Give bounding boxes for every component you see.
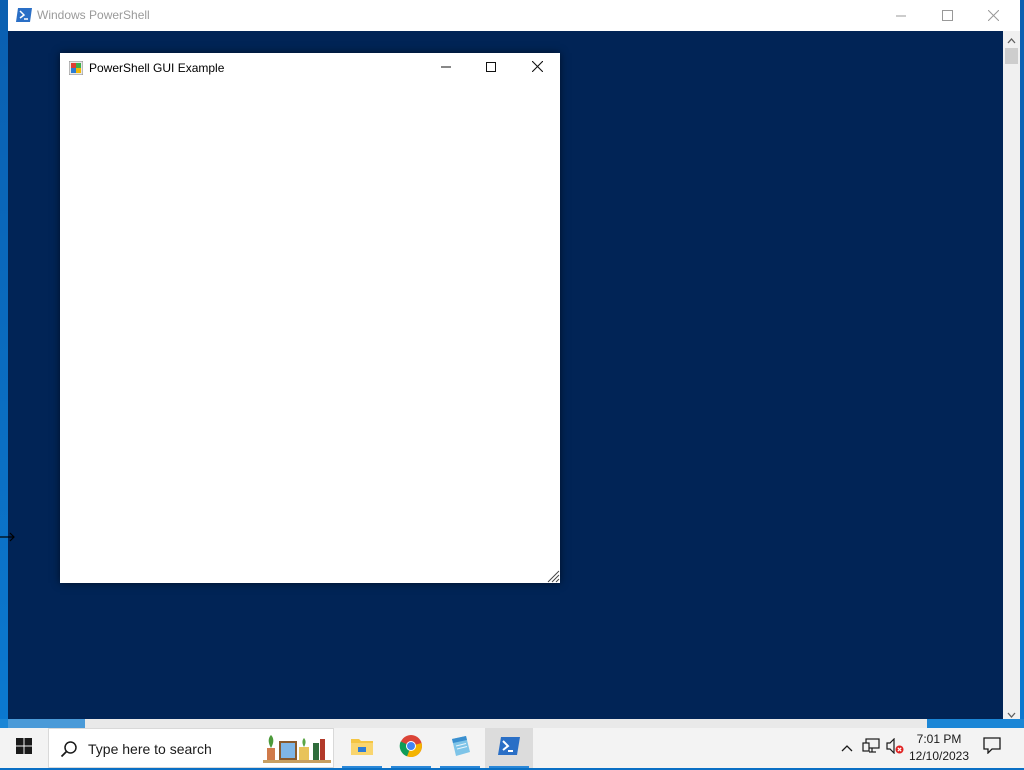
taskbar-clock[interactable]: 7:01 PM 12/10/2023 <box>904 731 974 765</box>
scroll-up-button[interactable] <box>1003 31 1020 48</box>
powershell-icon <box>16 8 32 22</box>
taskbar: Type here to search 7:01 PM 12/10/2023 <box>0 728 1024 768</box>
taskbar-chrome-button[interactable] <box>387 728 435 768</box>
form-app-icon <box>68 60 84 76</box>
network-icon <box>862 737 880 759</box>
show-hidden-icons-button[interactable] <box>838 728 856 768</box>
resize-cursor-icon <box>0 530 16 542</box>
powershell-icon <box>498 736 520 760</box>
minimize-icon <box>896 11 906 21</box>
chevron-up-icon <box>1007 31 1016 49</box>
windows-logo-icon <box>16 737 32 759</box>
notepad-icon <box>448 735 472 762</box>
form-minimize-button[interactable] <box>423 53 469 83</box>
strip-segment <box>8 719 85 728</box>
search-icon <box>60 740 78 758</box>
chrome-icon <box>399 734 423 763</box>
form-close-button[interactable] <box>514 53 560 83</box>
notification-icon <box>983 737 1001 759</box>
action-center-button[interactable] <box>976 728 1008 768</box>
form-title: PowerShell GUI Example <box>89 61 225 75</box>
folder-icon <box>350 736 374 761</box>
strip-track <box>85 719 927 728</box>
taskbar-powershell-button[interactable] <box>485 728 533 768</box>
form-titlebar[interactable]: PowerShell GUI Example <box>60 53 560 83</box>
maximize-icon <box>486 59 496 77</box>
speaker-muted-icon <box>886 737 904 759</box>
console-close-button[interactable] <box>970 0 1016 31</box>
resize-grip[interactable] <box>546 569 560 583</box>
maximize-icon <box>941 10 953 21</box>
console-vertical-scrollbar[interactable] <box>1003 31 1020 722</box>
close-icon <box>531 59 543 77</box>
clock-time: 7:01 PM <box>916 732 962 746</box>
console-minimize-button[interactable] <box>878 0 924 31</box>
console-titlebar[interactable]: Windows PowerShell <box>8 0 1020 31</box>
console-title: Windows PowerShell <box>37 8 150 22</box>
search-placeholder: Type here to search <box>88 741 212 757</box>
close-icon <box>987 10 999 21</box>
volume-button[interactable] <box>884 728 906 768</box>
desktop-bottom-strip <box>0 719 1024 728</box>
taskbar-file-explorer-button[interactable] <box>338 728 386 768</box>
console-maximize-button[interactable] <box>924 0 970 31</box>
start-button[interactable] <box>0 728 48 768</box>
scroll-thumb[interactable] <box>1005 48 1018 64</box>
clock-date: 12/10/2023 <box>908 749 970 763</box>
powershell-gui-form[interactable]: PowerShell GUI Example <box>60 53 560 583</box>
form-maximize-button[interactable] <box>468 53 514 83</box>
minimize-icon <box>441 59 451 77</box>
search-highlight-art-icon <box>261 733 333 765</box>
chevron-up-icon <box>841 739 853 757</box>
network-status-button[interactable] <box>860 728 882 768</box>
taskbar-notepad-button[interactable] <box>436 728 484 768</box>
taskbar-search-box[interactable]: Type here to search <box>48 728 334 768</box>
